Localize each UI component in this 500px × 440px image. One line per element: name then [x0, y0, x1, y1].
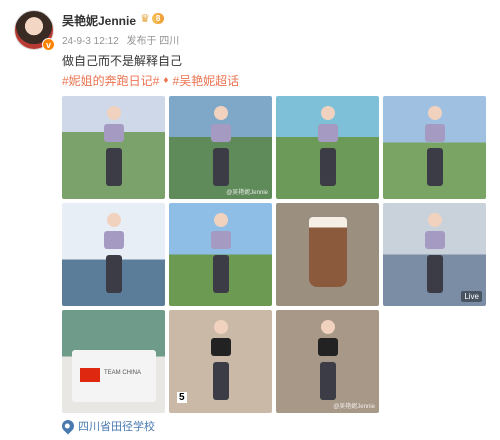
photo-3[interactable] [276, 96, 379, 199]
photo-6[interactable] [169, 203, 272, 306]
verified-badge-icon: v [42, 38, 55, 51]
super-topic-tag[interactable]: #吴艳妮超话 [172, 72, 239, 89]
location-link[interactable]: 四川省田径学校 [59, 417, 155, 435]
photo-4[interactable] [383, 96, 486, 199]
photo-5[interactable] [62, 203, 165, 306]
live-badge: Live [461, 291, 482, 302]
photo-1[interactable] [62, 96, 165, 199]
super-topic-icon: ♦ [163, 75, 169, 86]
athlete-figure [103, 213, 125, 297]
photo-10[interactable]: 5 [169, 310, 272, 413]
athlete-figure [210, 320, 232, 404]
athlete-figure [103, 106, 125, 190]
athlete-figure [210, 106, 232, 190]
post-meta: 24-9-3 12:12 发布于 四川 [62, 32, 184, 47]
photo-9[interactable]: TEAM CHINA [62, 310, 165, 413]
post-tags: #妮姐的奔跑日记# ♦ #吴艳妮超话 [62, 72, 239, 89]
athlete-figure [424, 106, 446, 190]
athlete-figure [317, 106, 339, 190]
post-source: 发布于 四川 [126, 36, 180, 47]
photo-11[interactable]: @吴艳妮Jennie [276, 310, 379, 413]
vip-level: 8 [151, 13, 165, 24]
bib-number: 5 [177, 392, 187, 403]
athlete-figure [317, 320, 339, 404]
image-grid: @吴艳妮Jennie Live TEAM CHINA 5 @吴艳妮Jennie [62, 96, 486, 413]
flag-icon [80, 368, 100, 382]
athlete-figure [210, 213, 232, 297]
crown-icon: ♛ [140, 13, 150, 25]
photo-2[interactable]: @吴艳妮Jennie [169, 96, 272, 199]
map-pin-icon [59, 417, 77, 435]
post-date[interactable]: 24-9-3 12:12 [62, 36, 119, 47]
bag-label: TEAM CHINA [104, 370, 142, 376]
post-text: 做自己而不是解释自己 [62, 54, 183, 68]
watermark: @吴艳妮Jennie [226, 190, 268, 196]
coffee-cup [309, 217, 347, 287]
photo-8[interactable]: Live [383, 203, 486, 306]
username[interactable]: 吴艳妮Jennie [62, 12, 136, 29]
location-label: 四川省田径学校 [78, 421, 155, 433]
watermark: @吴艳妮Jennie [333, 404, 375, 410]
photo-7[interactable] [276, 203, 379, 306]
vip-badge[interactable]: ♛ 8 [140, 12, 165, 25]
athlete-figure [424, 213, 446, 297]
topic-tag[interactable]: #妮姐的奔跑日记# [62, 72, 159, 89]
